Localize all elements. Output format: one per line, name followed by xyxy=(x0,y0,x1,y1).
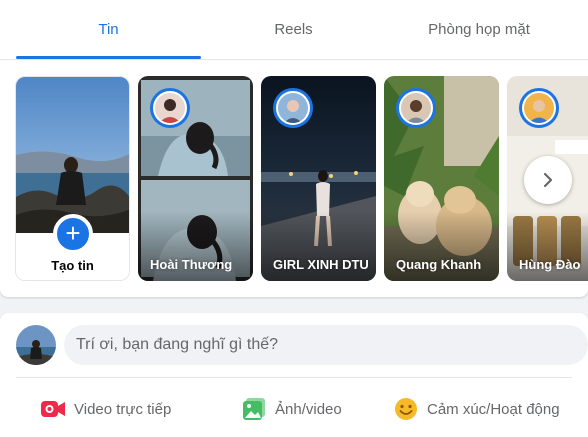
story-author-name: Hùng Đào xyxy=(519,257,581,272)
divider xyxy=(16,377,572,378)
create-story-card[interactable]: + Tạo tin xyxy=(15,76,130,281)
active-tab-indicator xyxy=(16,56,201,59)
avatar[interactable] xyxy=(16,325,56,365)
tab-reels[interactable]: Reels xyxy=(201,0,386,59)
story-avatar xyxy=(273,88,313,128)
story-author-name: GIRL XINH DTU xyxy=(273,257,369,272)
photo-video-label: Ảnh/video xyxy=(275,400,342,418)
photo-video-button[interactable]: Ảnh/video xyxy=(241,389,342,429)
story-avatar xyxy=(150,88,190,128)
next-stories-button[interactable] xyxy=(524,156,572,204)
story-avatar xyxy=(396,88,436,128)
story-card[interactable]: GIRL XINH DTU xyxy=(261,76,376,281)
tab-rooms[interactable]: Phòng họp mặt xyxy=(386,0,572,59)
story-author-name: Hoài Thương xyxy=(150,257,233,272)
photo-video-icon xyxy=(241,396,267,422)
profile-photo xyxy=(16,77,129,233)
live-video-label: Video trực tiếp xyxy=(74,400,172,418)
whats-on-your-mind-input[interactable]: Trí ơi, bạn đang nghĩ gì thế? xyxy=(64,325,588,365)
story-author-name: Quang Khanh xyxy=(396,257,482,272)
live-video-button[interactable]: Video trực tiếp xyxy=(40,389,171,429)
create-story-label: Tạo tin xyxy=(51,258,94,273)
feeling-icon xyxy=(393,396,419,422)
feeling-activity-button[interactable]: Cảm xúc/Hoạt động xyxy=(393,389,560,429)
tab-stories[interactable]: Tin xyxy=(16,0,201,59)
story-avatar xyxy=(519,88,559,128)
live-video-icon xyxy=(40,396,66,422)
story-card[interactable]: Hoài Thương xyxy=(138,76,253,281)
story-card[interactable]: Quang Khanh xyxy=(384,76,499,281)
stories-tabs: Tin Reels Phòng họp mặt xyxy=(0,0,588,60)
add-story-icon[interactable]: + xyxy=(53,214,93,254)
chevron-right-icon xyxy=(543,172,553,188)
feeling-activity-label: Cảm xúc/Hoạt động xyxy=(427,400,560,418)
post-composer: Trí ơi, bạn đang nghĩ gì thế? Video trực… xyxy=(0,313,588,437)
stories-card: Tin Reels Phòng họp mặt + Tạo tin Hoài T… xyxy=(0,0,588,297)
